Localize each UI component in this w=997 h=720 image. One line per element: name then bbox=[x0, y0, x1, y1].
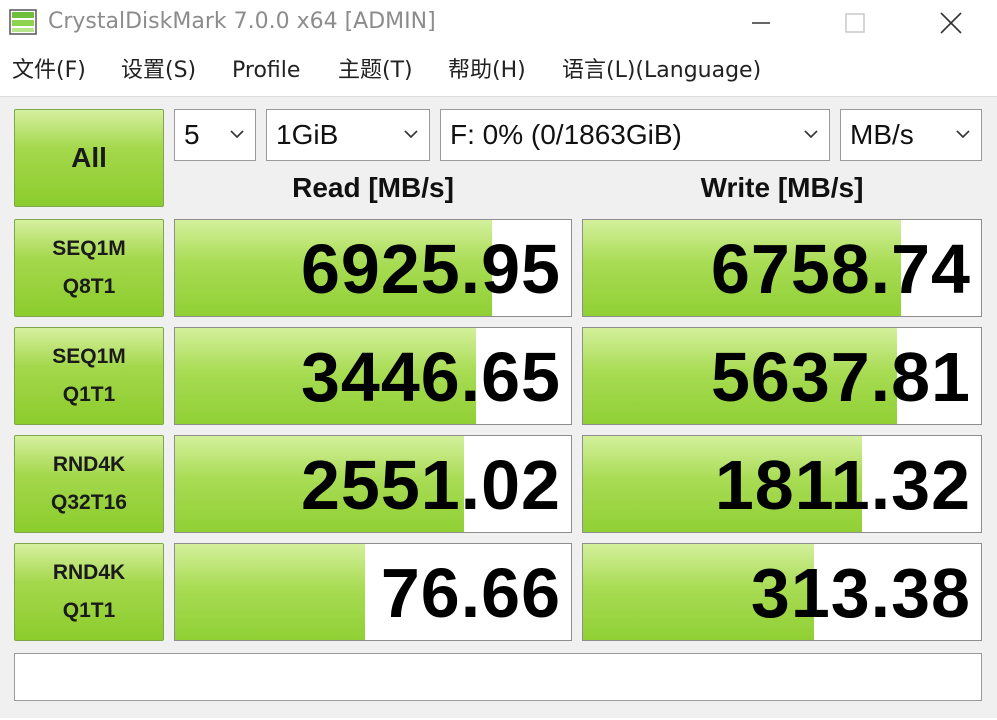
menu-theme[interactable]: 主题(T) bbox=[338, 54, 413, 88]
test-params: Q1T1 bbox=[62, 383, 116, 406]
test-button-seq1m-q1t1[interactable]: SEQ1M Q1T1 bbox=[14, 327, 164, 425]
menu-settings[interactable]: 设置(S) bbox=[121, 54, 196, 88]
test-name: RND4K bbox=[52, 453, 126, 476]
comment-input[interactable] bbox=[14, 653, 982, 701]
crystaldiskmark-app-icon bbox=[9, 9, 37, 35]
title-bar: CrystalDiskMark 7.0.0 x64 [ADMIN] bbox=[0, 0, 997, 46]
chevron-down-icon bbox=[804, 130, 818, 139]
menu-file[interactable]: 文件(F) bbox=[12, 54, 86, 88]
test-button-rnd4k-q1t1[interactable]: RND4K Q1T1 bbox=[14, 543, 164, 641]
write-result-rnd4k-q1t1: 313.38 bbox=[582, 543, 982, 641]
write-value: 313.38 bbox=[750, 554, 971, 632]
chevron-down-icon bbox=[230, 130, 244, 139]
chevron-down-icon bbox=[956, 130, 970, 139]
drive-value: F: 0% (0/1863GiB) bbox=[450, 119, 682, 150]
read-value: 2551.02 bbox=[300, 446, 561, 524]
read-value: 76.66 bbox=[380, 554, 561, 632]
test-count-value: 5 bbox=[184, 119, 200, 150]
test-name: RND4K bbox=[52, 561, 126, 584]
maximize-icon bbox=[845, 13, 865, 33]
read-value: 3446.65 bbox=[300, 338, 561, 416]
test-name: SEQ1M bbox=[52, 237, 126, 260]
menu-help[interactable]: 帮助(H) bbox=[448, 54, 526, 88]
read-bar bbox=[175, 544, 366, 640]
menu-bar: 文件(F) 设置(S) Profile 主题(T) 帮助(H) 语言(L)(La… bbox=[0, 50, 997, 92]
read-value: 6925.95 bbox=[300, 230, 561, 308]
test-params: Q32T16 bbox=[51, 491, 127, 514]
test-count-select[interactable]: 5 bbox=[174, 109, 256, 161]
unit-value: MB/s bbox=[850, 119, 914, 150]
read-result-seq1m-q8t1: 6925.95 bbox=[174, 219, 572, 317]
unit-select[interactable]: MB/s bbox=[840, 109, 982, 161]
window-title: CrystalDiskMark 7.0.0 x64 [ADMIN] bbox=[48, 9, 436, 34]
minimize-button[interactable] bbox=[738, 4, 784, 42]
read-result-seq1m-q1t1: 3446.65 bbox=[174, 327, 572, 425]
read-result-rnd4k-q32t16: 2551.02 bbox=[174, 435, 572, 533]
all-button[interactable]: All bbox=[14, 109, 164, 207]
close-button[interactable] bbox=[928, 4, 974, 42]
read-header: Read [MB/s] bbox=[292, 172, 454, 203]
write-header: Write [MB/s] bbox=[700, 172, 864, 203]
chevron-down-icon bbox=[404, 130, 418, 139]
test-size-value: 1GiB bbox=[276, 119, 339, 150]
minimize-icon bbox=[752, 22, 770, 24]
maximize-button[interactable] bbox=[832, 4, 878, 42]
write-result-seq1m-q1t1: 5637.81 bbox=[582, 327, 982, 425]
test-params: Q8T1 bbox=[62, 275, 116, 298]
test-name: SEQ1M bbox=[52, 345, 126, 368]
write-value: 1811.32 bbox=[714, 446, 971, 524]
write-result-rnd4k-q32t16: 1811.32 bbox=[582, 435, 982, 533]
menu-language[interactable]: 语言(L)(Language) bbox=[562, 54, 761, 88]
test-button-rnd4k-q32t16[interactable]: RND4K Q32T16 bbox=[14, 435, 164, 533]
test-params: Q1T1 bbox=[62, 599, 116, 622]
test-button-seq1m-q8t1[interactable]: SEQ1M Q8T1 bbox=[14, 219, 164, 317]
close-icon bbox=[940, 12, 962, 34]
read-result-rnd4k-q1t1: 76.66 bbox=[174, 543, 572, 641]
write-value: 6758.74 bbox=[710, 230, 971, 308]
write-result-seq1m-q8t1: 6758.74 bbox=[582, 219, 982, 317]
drive-select[interactable]: F: 0% (0/1863GiB) bbox=[440, 109, 830, 161]
benchmark-panel: All 5 1GiB F: 0% (0/1863GiB) MB/s Read [… bbox=[0, 96, 997, 718]
write-value: 5637.81 bbox=[710, 338, 971, 416]
menu-profile[interactable]: Profile bbox=[232, 54, 300, 88]
test-size-select[interactable]: 1GiB bbox=[266, 109, 430, 161]
